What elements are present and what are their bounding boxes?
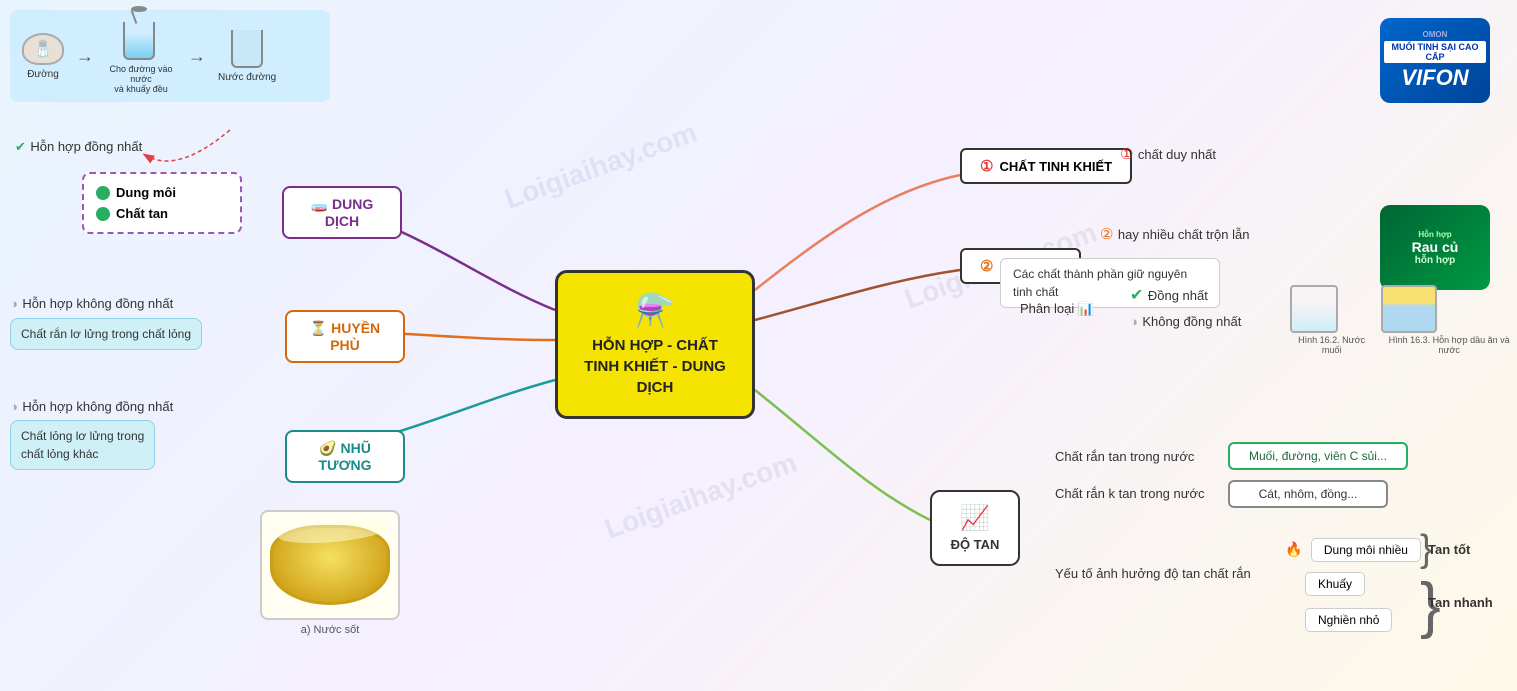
khong-dong-nhat-label: ◑ Không đồng nhất [1130,313,1241,331]
huyen-phu-icon: ⏳ [310,320,327,336]
yeu-to-label: Yếu tố ảnh hưởng độ tan chất rắn [1055,565,1251,583]
mind-map-canvas: Loigiaihay.com Loigiaihay.com Loigiaihay… [0,0,1517,691]
raucu-image: Hỗn hợp Rau củ hỗn hợp [1380,205,1490,290]
arrow-2: → [188,46,206,67]
watermark-3: Loigiaihay.com [601,446,802,545]
phan-loai-label: Phân loại 📊 [1020,300,1094,318]
factor-khuay: Khuấy [1285,572,1365,596]
dung-moi-row: Dung môi [96,182,228,203]
branch-dung-dich: 🧫 DUNG DỊCH [282,186,402,239]
dong-nhat-label: ✔ Đồng nhất [1130,285,1208,305]
dung-dich-icon: 🧫 [311,196,328,212]
do-tan-icon: 📈 [946,504,1004,533]
nuoc-sot-container: a) Nước sốt [260,510,400,636]
top-diagram: 🧂 Đường → Cho đường vào nướcvà khuấy đều… [10,10,330,102]
chat-ran-k-tan-label: Chất rắn k tan trong nước [1055,485,1204,503]
nuoc-muoi-images: Hình 16.2. Nước muối Hình 16.3. Hỗn hợp … [1290,285,1517,355]
dot-green-chat-tan [96,207,110,221]
watermark-1: Loigiaihay.com [501,116,702,215]
dot-green-dung-moi [96,186,110,200]
chat-ran-lo-lung-label: Chất rắn lơ lửng trong chất lỏng [10,318,202,350]
diagram-step-sugar: 🧂 Đường [22,33,64,80]
nhu-tuong-icon: 🥑 [319,440,336,456]
dung-moi-chat-tan-box: Dung môi Chất tan [82,172,242,234]
vifon-image: OMON MUỐI TINH SẠI CAO CẤP VIFON [1380,18,1490,103]
factor-dung-moi: 🔥 Dung môi nhiều [1285,538,1421,562]
chat-ran-tan-label: Chất rắn tan trong nước [1055,448,1194,466]
hon-hop-khong-dong-nhat-2: ◑ Hỗn hợp không đồng nhất [10,398,173,416]
arrow-1: → [76,46,94,67]
branch-nhu-tuong: 🥑 NHŨ TƯƠNG [285,430,405,483]
factor-nghien-nho: Nghiền nhỏ [1285,608,1392,632]
hay-nhieu-chat-label: ② hay nhiều chất trộn lẫn [1100,225,1249,244]
central-icon: ⚗️ [580,291,730,329]
chat-tinh-khiet-box: ① CHẤT TINH KHIẾT [960,148,1132,184]
chat-long-lo-lung-label: Chất lỏng lơ lửng trongchất lỏng khác [10,420,155,470]
central-node: ⚗️ HỖN HỢP - CHẤT TINH KHIẾT - DUNG DỊCH [555,270,755,419]
chat-duy-nhat-label: ① chất duy nhất [1120,145,1216,164]
branch-huyen-phu: ⏳ HUYỀN PHÙ [285,310,405,363]
hon-hop-dong-nhat-label: ✔ Hỗn hợp đồng nhất [15,138,142,156]
bracket-tan-nhanh: } Tan nhanh [1420,575,1493,610]
diagram-step-mix: Cho đường vào nướcvà khuấy đều [106,18,176,94]
do-tan-box: 📈 ĐỘ TAN [930,490,1020,566]
hon-hop-khong-dong-nhat-1: ◑ Hỗn hợp không đồng nhất [10,295,173,313]
fire-icon: 🔥 [1285,541,1302,557]
vi-du-k-tan-box: Cát, nhôm, đồng... [1228,480,1388,508]
vi-du-tan-box: Muối, đường, viên C sủi... [1228,442,1408,470]
bracket-tan-tot: } Tan tốt [1420,530,1470,557]
chat-tan-row: Chất tan [96,203,228,224]
diagram-step-result: Nước đường [218,30,276,83]
